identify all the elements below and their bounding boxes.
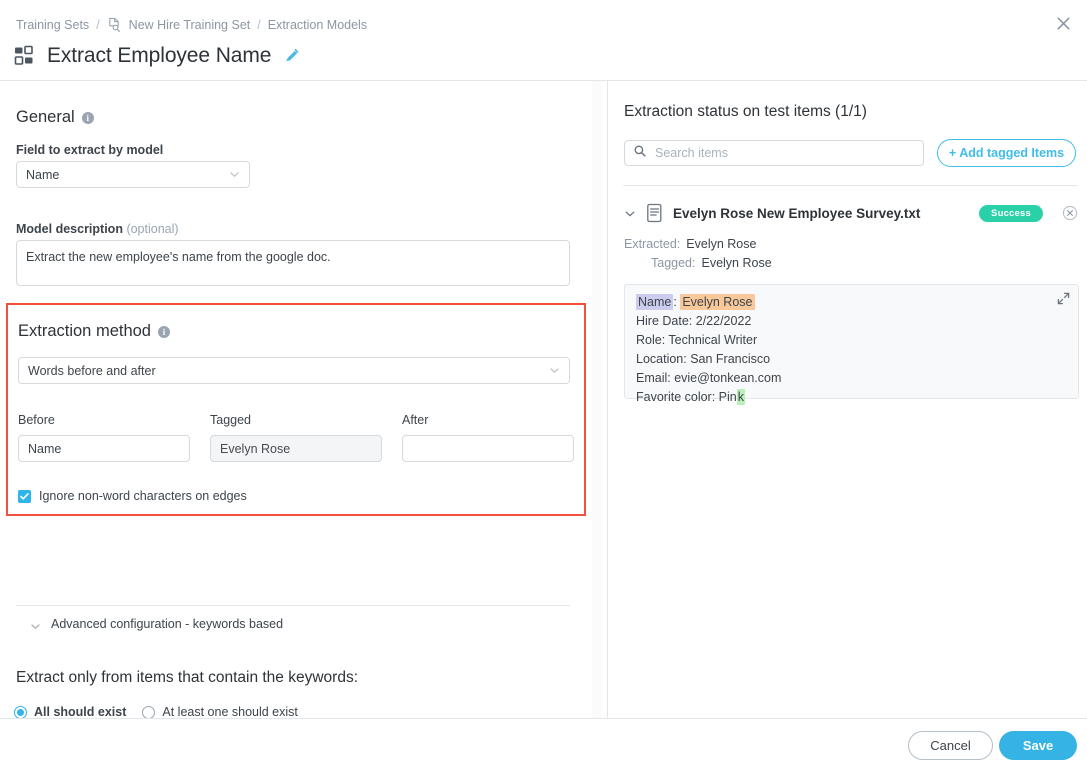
extraction-method-heading: Extraction method i <box>18 322 170 341</box>
checkbox-icon[interactable] <box>18 490 31 503</box>
preview-color-prefix: Favorite color: Pin <box>636 390 737 404</box>
divider <box>16 605 570 606</box>
model-description-optional: (optional) <box>126 222 178 236</box>
radio-at-least-one-should-exist[interactable]: At least one should exist <box>142 705 298 718</box>
search-items-field[interactable] <box>624 140 924 166</box>
radio-all-should-exist[interactable]: All should exist <box>14 705 126 718</box>
model-description-label: Model description (optional) <box>16 222 179 236</box>
breadcrumb-separator: / <box>96 18 99 32</box>
info-icon[interactable]: i <box>158 326 170 338</box>
radio-icon-selected <box>14 706 27 719</box>
breadcrumb-separator-2: / <box>257 18 260 32</box>
preview-name-value: Evelyn Rose <box>680 294 754 310</box>
status-badge: Success <box>979 205 1043 222</box>
test-item-name[interactable]: Evelyn Rose New Employee Survey.txt <box>673 206 969 221</box>
preview-line-location: Location: San Francisco <box>636 350 1067 369</box>
model-description-textarea[interactable]: Extract the new employee's name from the… <box>16 240 570 286</box>
page-header: Training Sets / New Hire Training Set / … <box>0 0 1087 81</box>
extraction-method-heading-text: Extraction method <box>18 322 151 341</box>
chevron-down-icon[interactable] <box>624 207 636 219</box>
tagged-label: Tagged: <box>651 256 695 270</box>
field-to-extract-value: Name <box>26 168 229 182</box>
extraction-method-section: Extraction method i Words before and aft… <box>6 303 586 516</box>
extracted-label: Extracted: <box>624 237 680 251</box>
radio-any-label: At least one should exist <box>162 705 298 718</box>
dialog-footer: Cancel Save <box>0 718 1087 770</box>
pencil-icon[interactable] <box>284 48 301 65</box>
close-button[interactable] <box>1048 8 1078 38</box>
keywords-contain-radio-group: All should exist At least one should exi… <box>14 705 298 718</box>
document-preview: Name: Evelyn Rose Hire Date: 2/22/2022 R… <box>624 284 1079 399</box>
general-heading-text: General <box>16 108 75 127</box>
preview-color-suffix: k <box>737 389 745 405</box>
chevron-down-icon <box>30 619 41 630</box>
save-button[interactable]: Save <box>999 731 1077 760</box>
model-description-label-text: Model description <box>16 222 123 236</box>
divider <box>623 185 1078 186</box>
expand-icon[interactable] <box>1057 292 1070 305</box>
test-item-header: Evelyn Rose New Employee Survey.txt Succ… <box>624 200 1078 226</box>
breadcrumb-item-training-sets[interactable]: Training Sets <box>16 18 89 32</box>
preview-line-email: Email: evie@tonkean.com <box>636 369 1067 388</box>
preview-line-favorite-color: Favorite color: Pink <box>636 388 1067 407</box>
breadcrumb-item-extraction-models[interactable]: Extraction Models <box>268 18 367 32</box>
field-to-extract-label: Field to extract by model <box>16 143 163 157</box>
tagged-value: Evelyn Rose <box>701 256 771 270</box>
grid-squares-icon <box>14 45 36 67</box>
before-input[interactable]: Name <box>18 435 190 462</box>
tagged-field-group: Tagged Evelyn Rose <box>210 413 382 462</box>
tagged-input: Evelyn Rose <box>210 435 382 462</box>
title-row: Extract Employee Name <box>14 44 301 68</box>
preview-line-hire-date: Hire Date: 2/22/2022 <box>636 312 1067 331</box>
extraction-status-title: Extraction status on test items (1/1) <box>624 103 867 121</box>
field-to-extract-select[interactable]: Name <box>16 161 250 188</box>
after-label: After <box>402 413 574 427</box>
extracted-value: Evelyn Rose <box>686 237 756 251</box>
before-label: Before <box>18 413 190 427</box>
tagged-value-row: Tagged: Evelyn Rose <box>651 256 772 270</box>
before-field-group: Before Name <box>18 413 190 462</box>
advanced-configuration-toggle[interactable]: Advanced configuration - keywords based <box>30 617 283 631</box>
preview-line-role: Role: Technical Writer <box>636 331 1067 350</box>
document-icon <box>646 203 663 223</box>
document-search-icon <box>107 17 122 32</box>
extraction-status-panel: Extraction status on test items (1/1) + … <box>608 81 1087 718</box>
info-icon[interactable]: i <box>82 112 94 124</box>
search-icon <box>634 144 646 162</box>
preview-name-key: Name <box>636 294 673 310</box>
ignore-non-word-label: Ignore non-word characters on edges <box>39 489 247 503</box>
search-input[interactable] <box>653 145 914 161</box>
settings-panel: General i Field to extract by model Name… <box>0 81 604 718</box>
extracted-value-row: Extracted: Evelyn Rose <box>624 237 756 251</box>
after-input[interactable] <box>402 435 574 462</box>
preview-line-name: Name: Evelyn Rose <box>636 293 1067 312</box>
add-tagged-items-button[interactable]: + Add tagged Items <box>937 139 1076 167</box>
chevron-down-icon <box>229 169 240 180</box>
page-title: Extract Employee Name <box>47 44 271 68</box>
radio-all-label: All should exist <box>34 705 126 718</box>
radio-icon-unselected <box>142 706 155 719</box>
settings-scrollbar-track[interactable] <box>592 81 601 718</box>
extraction-method-value: Words before and after <box>28 364 549 378</box>
extraction-method-select[interactable]: Words before and after <box>18 357 570 384</box>
cancel-button[interactable]: Cancel <box>908 731 993 760</box>
breadcrumb: Training Sets / New Hire Training Set / … <box>16 17 367 32</box>
chevron-down-icon <box>549 365 560 376</box>
general-section-heading: General i <box>16 108 94 127</box>
close-circle-icon[interactable] <box>1062 205 1078 221</box>
words-before-after-fields: Before Name Tagged Evelyn Rose After <box>18 413 574 462</box>
advanced-configuration-label: Advanced configuration - keywords based <box>51 617 283 631</box>
keywords-contain-title: Extract only from items that contain the… <box>16 669 358 687</box>
ignore-non-word-checkbox-row[interactable]: Ignore non-word characters on edges <box>18 489 247 503</box>
tagged-label: Tagged <box>210 413 382 427</box>
after-field-group: After <box>402 413 574 462</box>
preview-name-sep: : <box>673 295 676 309</box>
breadcrumb-item-new-hire-training-set[interactable]: New Hire Training Set <box>129 18 251 32</box>
